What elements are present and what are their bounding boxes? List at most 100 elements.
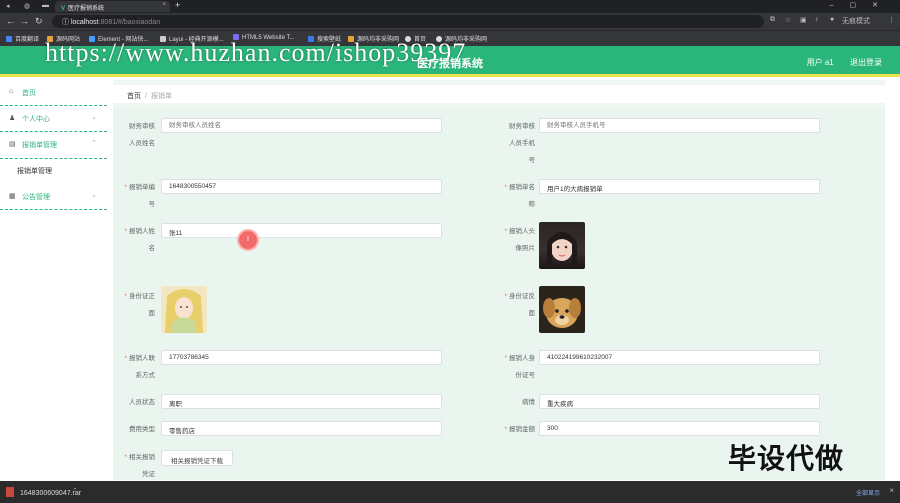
main-content: 首页 /报销单 财务审核人员姓名 财务审核人员手机号 *报销单编号 1648300…: [113, 80, 885, 480]
label-bill-number: * 报销单编号: [124, 184, 155, 208]
window-icon: ▬: [42, 2, 49, 9]
extension-icon[interactable]: ▣: [800, 16, 807, 24]
url-host: localhost: [70, 19, 99, 26]
required-mark: *: [124, 228, 127, 235]
new-tab-button[interactable]: +: [175, 0, 180, 10]
label-avatar-photo: * 报销人头 像照片: [504, 228, 535, 252]
person-idcard-input[interactable]: 410224199610232007: [539, 350, 820, 365]
label-bill-name: * 报销单名称: [504, 184, 535, 208]
chevron-up-icon[interactable]: ⌃: [72, 487, 78, 495]
idcard-front-image[interactable]: [161, 286, 207, 333]
url-input[interactable]: ⓘ localhost:8081/#/baoxiaodan: [52, 15, 764, 28]
required-mark: *: [504, 355, 507, 362]
sidebar: ⌂ 首页 ♟ 个人中心 ⌄ ▤ 报销单管理 ⌃ 报销单管理 ▦ 公告管理 ⌄: [0, 80, 107, 480]
sidebar-item-notice[interactable]: ▦ 公告管理 ⌄: [0, 184, 107, 210]
sidebar-item-label: 报销单管理: [22, 142, 57, 149]
person-phone-input[interactable]: 17703786345: [161, 350, 442, 365]
chevron-down-icon: ⌄: [91, 114, 97, 121]
label-person-status: 人员状态: [129, 399, 155, 406]
profile-label[interactable]: 无痕模式: [842, 16, 870, 26]
label-voucher: * 相关报销 凭证: [124, 454, 155, 478]
breadcrumb: 首页 / 报销单: [113, 85, 885, 103]
sidebar-item-personal[interactable]: ♟ 个人中心 ⌄: [0, 106, 107, 132]
label-idcard-back: * 身份证反面: [504, 293, 535, 317]
browser-tab[interactable]: V 医疗报销系统 ×: [55, 1, 170, 12]
promo-overlay-text: 毕设代做: [728, 443, 845, 474]
download-item[interactable]: 1648300609047.rar: [6, 487, 81, 497]
bookmark-star-icon[interactable]: ☆: [785, 16, 791, 24]
idcard-back-image[interactable]: [539, 286, 585, 333]
user-label: 用户 a1: [806, 58, 834, 67]
url-path: :8081/#/baoxiaodan: [98, 19, 161, 26]
label-condition: 病情: [522, 399, 535, 406]
sidebar-item-home[interactable]: ⌂ 首页: [0, 80, 107, 106]
required-mark: *: [504, 228, 507, 235]
info-icon: ⓘ: [62, 19, 71, 26]
voucher-download-button[interactable]: 相关报销凭证下载: [161, 450, 233, 466]
finance-name-input[interactable]: [161, 118, 442, 133]
label-finance-phone: 财务审核 人员手机号: [509, 123, 535, 164]
browser-icon: ◍: [24, 3, 31, 10]
watermark-url: https://www.huzhan.com/ishop39397: [45, 38, 467, 67]
required-mark: *: [504, 426, 507, 433]
avatar-photo[interactable]: [539, 222, 585, 269]
label-idcard-front: * 身份证正面: [124, 293, 155, 317]
reimbursement-form: 财务审核人员姓名 财务审核人员手机号 *报销单编号 1648300550457 …: [113, 108, 885, 480]
finance-phone-input[interactable]: [539, 118, 820, 133]
amount-input[interactable]: 300: [539, 421, 820, 436]
tab-search-icon[interactable]: ◂: [6, 2, 10, 10]
translate-icon[interactable]: ⧉: [770, 16, 775, 24]
folder-icon: ▤: [9, 141, 16, 148]
breadcrumb-sep: /: [145, 93, 147, 100]
window-controls[interactable]: –▢✕: [830, 1, 894, 9]
required-mark: *: [504, 293, 507, 300]
divider: [0, 158, 107, 159]
label-expense-type: 费用类型: [129, 426, 155, 433]
logout-link[interactable]: 退出登录: [850, 58, 882, 67]
bill-name-input[interactable]: 用户1的大病报销单: [539, 179, 820, 194]
required-mark: *: [124, 184, 127, 191]
user-icon: ♟: [9, 115, 16, 122]
cursor-indicator: I: [237, 229, 259, 251]
bill-number-input[interactable]: 1648300550457: [161, 179, 442, 194]
breadcrumb-current: 报销单: [150, 93, 172, 100]
required-mark: *: [124, 355, 127, 362]
sidebar-subitem-reimbursement[interactable]: 报销单管理: [17, 166, 52, 176]
media-icon[interactable]: ♪: [815, 16, 819, 23]
home-icon: ⌂: [9, 88, 14, 95]
label-person-name: * 报销人姓名: [124, 228, 155, 252]
label-person-idcard: * 报销人身 份证号: [504, 355, 535, 379]
forward-icon[interactable]: →: [20, 16, 29, 26]
back-icon[interactable]: ←: [6, 16, 15, 26]
condition-input[interactable]: 重大疾病: [539, 394, 820, 409]
address-bar-row: ← → ↻ ⓘ localhost:8081/#/baoxiaodan ⧉ ☆ …: [0, 13, 900, 30]
bookmark-item[interactable]: 百度翻译: [6, 34, 39, 43]
grid-icon: ▦: [9, 193, 16, 200]
archive-file-icon: [6, 487, 14, 497]
sidebar-item-label: 公告管理: [22, 194, 50, 201]
download-bar: 1648300609047.rar ⌃ 全部显示 ×: [0, 481, 900, 503]
label-amount: * 报销金额: [504, 426, 535, 433]
sidebar-item-label: 个人中心: [22, 116, 50, 123]
show-all-button[interactable]: 全部显示: [856, 488, 880, 497]
person-status-input[interactable]: 离职: [161, 394, 442, 409]
breadcrumb-home[interactable]: 首页: [127, 93, 141, 100]
menu-dots-icon[interactable]: ⋮: [888, 16, 895, 24]
profile-icon[interactable]: ●: [830, 16, 834, 23]
reload-icon[interactable]: ↻: [35, 16, 43, 27]
sidebar-item-reimbursement[interactable]: ▤ 报销单管理 ⌃: [0, 132, 107, 158]
tab-close-icon[interactable]: ×: [162, 2, 166, 8]
close-icon[interactable]: ×: [889, 486, 894, 495]
expense-type-input[interactable]: 零售药店: [161, 421, 442, 436]
label-finance-name: 财务审核 人员姓名: [129, 123, 155, 147]
vue-logo-icon: V: [61, 6, 66, 12]
chevron-down-icon: ⌄: [91, 192, 97, 199]
label-person-phone: * 报销人联 系方式: [124, 355, 155, 379]
required-mark: *: [124, 293, 127, 300]
required-mark: *: [124, 454, 127, 461]
tab-title: 医疗报销系统: [68, 6, 105, 12]
required-mark: *: [504, 184, 507, 191]
chevron-up-icon: ⌃: [91, 140, 97, 147]
person-name-input[interactable]: 张11: [161, 223, 442, 238]
sidebar-item-label: 首页: [22, 90, 36, 97]
